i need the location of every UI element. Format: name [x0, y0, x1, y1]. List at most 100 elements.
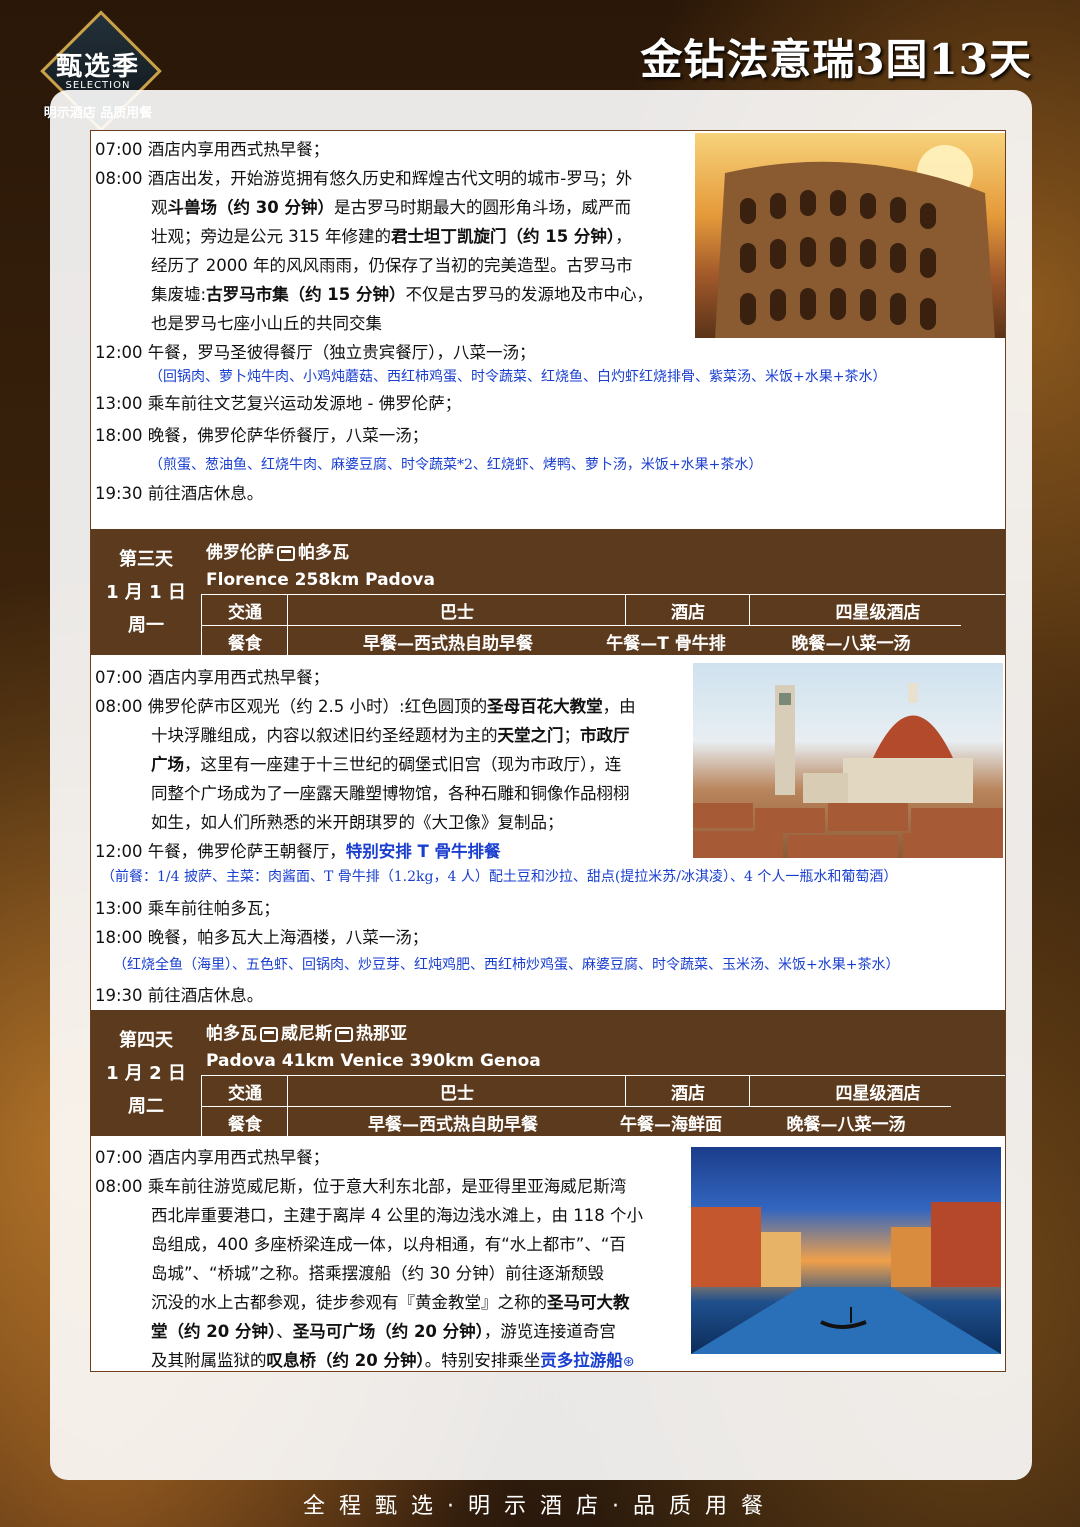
text-segment: 08:00 佛罗伦萨市区观光（约 2.5 小时）:红色圆顶的	[95, 697, 488, 716]
day2-itinerary-section: 07:00 酒店内享用西式热早餐； 08:00 酒店出发，开始游览拥有悠久历史和辉…	[91, 131, 1005, 526]
florence-photo	[693, 663, 1003, 858]
itinerary-line: 西北岸重要港口，主建于离岸 4 公里的海边浅水滩上，由 118 个小	[151, 1206, 643, 1225]
day4-day-column: 第四天 1 月 2 日 周二	[91, 1010, 201, 1136]
itinerary-line: 13:00 乘车前往帕多瓦；	[95, 899, 280, 918]
menu-detail-line: （前餐：1/4 披萨、主菜：肉酱面、T 骨牛排（1.2kg，4 人）配土豆和沙拉…	[101, 869, 898, 885]
day3-hotel-value: 四星级酒店	[749, 594, 1005, 625]
day3-route: 佛罗伦萨 帕多瓦	[206, 538, 349, 563]
day4-breakfast: 早餐—西式热自助早餐	[287, 1106, 618, 1137]
highlight-text: 堂（约 20 分钟）	[151, 1322, 277, 1341]
highlight-text: 叹息桥（约 20 分钟）	[266, 1351, 425, 1370]
day4-route-start: 帕多瓦	[206, 1024, 257, 1044]
day3-route-end: 帕多瓦	[298, 543, 349, 563]
day4-itinerary-section: 07:00 酒店内享用西式热早餐； 08:00 乘车前往游览威尼斯，位于意大利东北…	[91, 1141, 1005, 1371]
venice-photo	[691, 1147, 1001, 1354]
itinerary-line: 岛组成，400 多座桥梁连成一体，以舟相通，有“水上都市”、“百	[151, 1235, 626, 1254]
itinerary-line: 08:00 佛罗伦萨市区观光（约 2.5 小时）:红色圆顶的圣母百花大教堂，由	[95, 692, 636, 721]
highlight-text: 圣马可广场（约 20 分钟）	[292, 1322, 484, 1341]
itinerary-line: 经历了 2000 年的风风雨雨，仍保存了当初的完美造型。古罗马市	[151, 256, 633, 275]
itinerary-line: 19:30 前往酒店休息。	[95, 986, 264, 1005]
day4-header: 第四天 1 月 2 日 周二 帕多瓦 威尼斯 热那亚 Padova 41km Ven…	[91, 1010, 1005, 1137]
highlight-text: 天堂之门	[497, 726, 564, 745]
venice-canal-image	[691, 1202, 1001, 1354]
day4-transport-label: 交通	[201, 1075, 288, 1106]
itinerary-line: 也是罗马七座小山丘的共同交集	[151, 314, 382, 333]
itinerary-line: 07:00 酒店内享用西式热早餐；	[95, 668, 330, 687]
itinerary-line: 广场，这里有一座建于十三世纪的碉堡式旧宫（现为市政厅），连	[151, 750, 621, 779]
text-segment: ，由	[602, 697, 636, 716]
day3-route-start: 佛罗伦萨	[206, 543, 274, 563]
day4-weekday: 周二	[128, 1095, 164, 1117]
highlight-text: 君士坦丁凯旋门（约 15 分钟）	[390, 227, 616, 246]
itinerary-line: 08:00 乘车前往游览威尼斯，位于意大利东北部，是亚得里亚海威尼斯湾	[95, 1177, 627, 1196]
day4-lunch: 午餐—海鲜面	[601, 1106, 741, 1137]
text-segment: 观	[151, 198, 168, 217]
day4-hotel-label: 酒店	[625, 1075, 750, 1106]
menu-detail-line: （煎蛋、葱油鱼、红烧牛肉、麻婆豆腐、时令蔬菜*2、红烧虾、烤鸭、萝卜汤，米饭+水…	[149, 457, 763, 473]
day4-transport-value: 巴士	[287, 1075, 626, 1106]
day4-day-label: 第四天	[119, 1029, 173, 1051]
day4-date: 1 月 2 日	[106, 1062, 186, 1084]
text-segment: ，这里有一座建于十三世纪的碉堡式旧宫（现为市政厅），连	[184, 755, 622, 774]
menu-detail-line: （红烧全鱼（海里）、五色虾、回锅肉、炒豆芽、红炖鸡肥、西红柿炒鸡蛋、麻婆豆腐、时…	[113, 957, 900, 973]
day3-itinerary-section: 07:00 酒店内享用西式热早餐； 08:00 佛罗伦萨市区观光（约 2.5 小时…	[91, 661, 1005, 1009]
itinerary-line: 18:00 晚餐，帕多瓦大上海酒楼，八菜一汤；	[95, 928, 429, 947]
day3-hotel-label: 酒店	[625, 594, 750, 625]
highlight-text: 斗兽场（约 30 分钟）	[167, 198, 334, 217]
day4-route: 帕多瓦 威尼斯 热那亚	[206, 1019, 407, 1044]
text-segment: 沉没的水上古都参观，徒步参观有『黄金教堂』之称的	[151, 1293, 547, 1312]
itinerary-line: 沉没的水上古都参观，徒步参观有『黄金教堂』之称的圣马可大教	[151, 1288, 630, 1317]
text-segment: 不仅是古罗马的发源地及市中心，	[405, 285, 654, 304]
day3-date: 1 月 1 日	[106, 581, 186, 603]
text-segment: ；	[563, 726, 581, 745]
day4-route-english: Padova 41km Venice 390km Genoa	[206, 1051, 541, 1071]
bus-icon	[277, 545, 295, 561]
itinerary-line: 08:00 酒店出发，开始游览拥有悠久历史和辉煌古代文明的城市-罗马；外	[95, 169, 633, 188]
itinerary-line: 岛城”、“桥城”之称。搭乘摆渡船（约 30 分钟）前往逐渐颓毁	[151, 1264, 605, 1283]
highlight-text: 广场	[151, 755, 184, 774]
highlight-text: 古罗马市集（约 15 分钟）	[206, 285, 406, 304]
day4-meals-label: 餐食	[201, 1106, 288, 1137]
day4-hotel-value: 四星级酒店	[749, 1075, 1005, 1106]
itinerary-line: 如生，如人们所熟悉的米开朗琪罗的《大卫像》复制品；	[151, 813, 564, 832]
text-segment: 集废墟:	[151, 285, 207, 304]
special-arrangement-text: 特别安排 T 骨牛排餐	[345, 842, 501, 861]
day3-route-english: Florence 258km Padova	[206, 570, 435, 590]
itinerary-table: 07:00 酒店内享用西式热早餐； 08:00 酒店出发，开始游览拥有悠久历史和辉…	[90, 130, 1006, 1372]
menu-detail-line: （回锅肉、萝卜炖牛肉、小鸡炖蘑菇、西红柿鸡蛋、时令蔬菜、红烧鱼、白灼虾红烧排骨、…	[149, 369, 887, 385]
footer-slogan: 全程甄选·明示酒店·品质用餐	[303, 1494, 777, 1519]
tour-title: 金钻法意瑞3国13天	[640, 35, 1032, 84]
day3-lunch: 午餐—T 骨牛排	[591, 625, 741, 656]
itinerary-line: 及其附属监狱的叹息桥（约 20 分钟）。特别安排乘坐贡多拉游船⊛	[151, 1346, 635, 1371]
day3-transport-value: 巴士	[287, 594, 626, 625]
text-segment: ，	[615, 227, 632, 246]
itinerary-line: 同整个广场成为了一座露天雕塑博物馆，各种石雕和铜像作品栩栩	[151, 784, 630, 803]
colosseum-photo	[695, 133, 1005, 338]
colosseum-image	[715, 145, 995, 338]
bus-icon	[335, 1026, 353, 1042]
text-segment: 。特别安排乘坐	[424, 1351, 541, 1370]
day4-route-middle: 威尼斯	[281, 1024, 332, 1044]
day3-day-label: 第三天	[119, 548, 173, 570]
text-segment: 壮观；旁边是公元 315 年修建的	[151, 227, 391, 246]
logo-title: 甄选季	[55, 52, 140, 82]
itinerary-line: 壮观；旁边是公元 315 年修建的君士坦丁凯旋门（约 15 分钟），	[151, 222, 632, 251]
day3-header: 第三天 1 月 1 日 周一 佛罗伦萨 帕多瓦 Florence 258km Pa…	[91, 529, 1005, 656]
itinerary-line: 19:30 前往酒店休息。	[95, 484, 264, 503]
boat-icon: ⊛	[622, 1354, 635, 1370]
itinerary-line: 07:00 酒店内享用西式热早餐；	[95, 140, 330, 159]
day3-transport-label: 交通	[201, 594, 288, 625]
text-segment: 十块浮雕组成，内容以叙述旧约圣经题材为主的	[151, 726, 498, 745]
text-segment: 、	[276, 1322, 293, 1341]
highlight-text: 市政厅	[580, 726, 630, 745]
day3-day-column: 第三天 1 月 1 日 周一	[91, 529, 201, 655]
text-segment: ，游览连接道奇宫	[483, 1322, 616, 1341]
itinerary-line: 十块浮雕组成，内容以叙述旧约圣经题材为主的天堂之门；市政厅	[151, 721, 630, 750]
itinerary-line: 13:00 乘车前往文艺复兴运动发源地 - 佛罗伦萨；	[95, 394, 462, 413]
text-segment: 及其附属监狱的	[151, 1351, 267, 1370]
itinerary-line: 12:00 午餐，佛罗伦萨王朝餐厅，特别安排 T 骨牛排餐	[95, 837, 501, 866]
day4-dinner: 晚餐—八菜一汤	[741, 1106, 951, 1137]
itinerary-line: 07:00 酒店内享用西式热早餐；	[95, 1148, 330, 1167]
day3-weekday: 周一	[128, 614, 164, 636]
day3-meals-label: 餐食	[201, 625, 288, 656]
